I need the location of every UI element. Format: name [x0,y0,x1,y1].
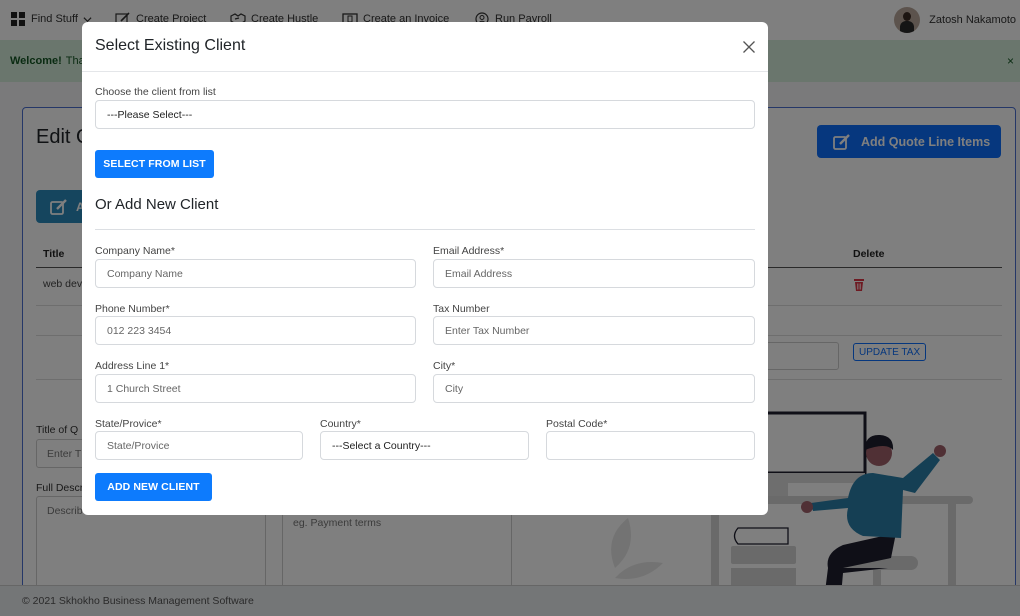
client-select[interactable]: ---Please Select--- [95,100,755,129]
tax-number-label: Tax Number [433,303,490,315]
country-label: Country* [320,418,361,430]
postal-code-input[interactable] [546,431,755,460]
city-input[interactable]: City [433,374,755,403]
close-icon[interactable] [742,40,756,54]
company-name-input[interactable]: Company Name [95,259,416,288]
phone-input[interactable]: 012 223 3454 [95,316,416,345]
modal-title: Select Existing Client [95,37,246,54]
section-divider [95,229,755,230]
email-label: Email Address* [433,245,505,257]
modal-header: Select Existing Client [82,22,768,72]
select-from-list-button[interactable]: SELECT FROM LIST [95,150,214,178]
address-line-1-label: Address Line 1* [95,360,170,372]
postal-code-label: Postal Code* [546,418,608,430]
address-line-1-input[interactable]: 1 Church Street [95,374,416,403]
company-name-label: Company Name* [95,245,175,257]
country-select[interactable]: ---Select a Country--- [320,431,529,460]
tax-number-input[interactable]: Enter Tax Number [433,316,755,345]
city-label: City* [433,360,456,372]
select-client-modal: Select Existing Client Choose the client… [82,22,768,515]
add-new-client-heading: Or Add New Client [95,196,219,213]
add-new-client-button[interactable]: ADD NEW CLIENT [95,473,212,501]
state-label: State/Provice* [95,418,162,430]
email-input[interactable]: Email Address [433,259,755,288]
state-input[interactable]: State/Provice [95,431,303,460]
phone-label: Phone Number* [95,303,170,315]
choose-client-label: Choose the client from list [95,86,216,98]
